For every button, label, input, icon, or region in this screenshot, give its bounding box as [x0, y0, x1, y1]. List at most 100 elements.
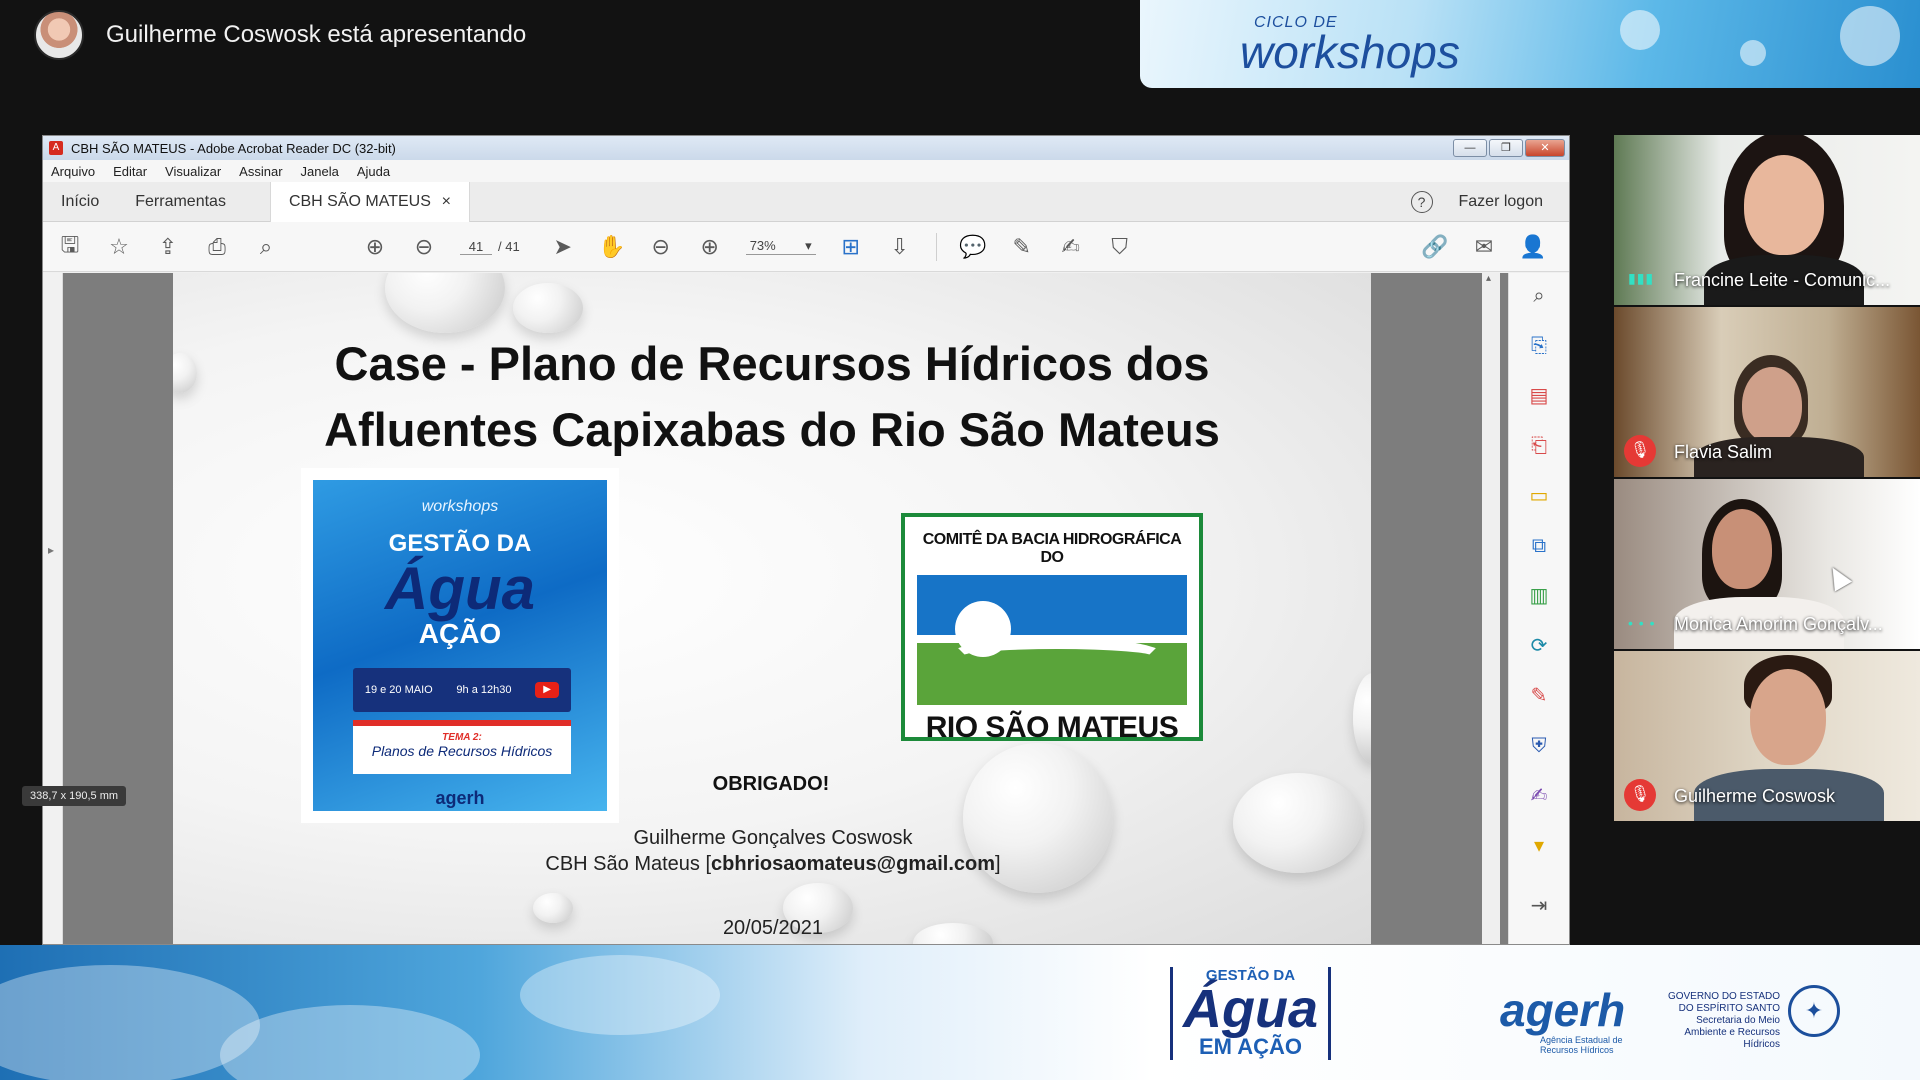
zoom-out-icon[interactable]: ⊖	[648, 234, 674, 260]
menu-bar: Arquivo Editar Visualizar Assinar Janela…	[43, 160, 1569, 182]
agerh-subtitle: Agência Estadual de Recursos Hídricos	[1540, 1035, 1623, 1055]
vertical-scrollbar[interactable]: ▴	[1482, 273, 1500, 944]
participant-name: Guilherme Coswosk	[1674, 786, 1836, 806]
meeting-stage: Guilherme Coswosk está apresentando CICL…	[0, 0, 1920, 1080]
export-pdf-icon[interactable]: ⎘	[1526, 333, 1552, 359]
scroll-mode-icon[interactable]: ⇩	[887, 234, 913, 260]
participant-tile[interactable]: 🎙 Guilherme Coswosk	[1614, 651, 1920, 821]
participant-name: Francine Leite - Comunic...	[1674, 270, 1891, 290]
sign-icon[interactable]: ✍	[1058, 234, 1084, 260]
email-icon[interactable]: ✉	[1471, 234, 1497, 260]
talking-indicator: ▮▮▮	[1628, 270, 1655, 286]
prev-page-icon[interactable]: ⊕	[362, 234, 388, 260]
tab-document-label: CBH SÃO MATEUS	[288, 192, 431, 210]
comment-panel-icon[interactable]: ▭	[1526, 483, 1552, 509]
organize-pages-icon[interactable]: ▤	[1526, 383, 1552, 409]
event-poster: workshops GESTÃO DA Água AÇÃO 19 e 20 MA…	[301, 468, 619, 823]
participant-tile[interactable]: 🎙 Flavia Salim	[1614, 307, 1920, 477]
document-area: ▸ Case - Plano de Recursos Hídricos dos …	[43, 273, 1569, 944]
participant-name: Monica Amorim Gonçalv...	[1674, 614, 1883, 634]
collapse-panel-icon[interactable]: ⇥	[1526, 893, 1552, 919]
next-page-icon[interactable]: ⊖	[411, 234, 437, 260]
comment-icon[interactable]: 💬	[959, 234, 986, 260]
government-text: GOVERNO DO ESTADO DO ESPÍRITO SANTO Secr…	[1667, 991, 1780, 1050]
author-name: Guilherme Gonçalves Coswosk	[633, 827, 913, 849]
window-titlebar: A CBH SÃO MATEUS - Adobe Acrobat Reader …	[43, 136, 1569, 160]
participant-tile[interactable]: ▮▮▮ Francine Leite - Comunic...	[1614, 135, 1920, 305]
fill-sign-icon[interactable]: ✎	[1526, 683, 1552, 709]
presenter-avatar	[34, 10, 84, 60]
create-pdf-icon[interactable]: ⎗	[1526, 433, 1552, 459]
youtube-icon: ▶	[535, 682, 560, 698]
government-seal-icon: ✦	[1788, 985, 1840, 1037]
stamp-icon[interactable]: ⛉	[1107, 234, 1133, 260]
print-icon[interactable]: ⎙	[204, 234, 230, 260]
minimize-button[interactable]: —	[1453, 139, 1487, 157]
slide-page: Case - Plano de Recursos Hídricos dos Af…	[173, 273, 1371, 944]
committee-logo: COMITÊ DA BACIA HIDROGRÁFICA DO RIO SÃO …	[901, 513, 1203, 744]
mic-muted-icon: 🎙	[1624, 779, 1656, 811]
zoom-select[interactable]: 73% ▾	[745, 238, 816, 255]
poster-theme: TEMA 2: Planos de Recursos Hídricos	[353, 720, 571, 774]
more-tools-icon[interactable]: ▾	[1526, 833, 1552, 859]
upload-icon[interactable]: ⇪	[155, 234, 181, 260]
highlight-icon[interactable]: ✎	[1009, 234, 1035, 260]
fit-page-icon[interactable]: ⊞	[838, 234, 864, 260]
signature-icon[interactable]: ✍	[1526, 783, 1552, 809]
toolbar: 🖫 ☆ ⇪ ⎙ ⌕ ⊕ ⊖ 41 / 41 ➤ ✋ ⊖ ⊕ 73% ▾ ⊞ ⇩ …	[43, 222, 1569, 272]
workshops-logo: CICLO DE workshops	[1240, 14, 1460, 78]
menu-arquivo[interactable]: Arquivo	[51, 164, 95, 179]
maximize-button[interactable]: ❐	[1489, 139, 1523, 157]
close-window-button[interactable]: ✕	[1525, 139, 1565, 157]
search-icon[interactable]: ⌕	[253, 234, 279, 260]
top-banner: CICLO DE workshops	[1140, 0, 1920, 88]
talking-indicator: • • •	[1628, 615, 1656, 631]
contact-line: CBH São Mateus [cbhriosaomateus@gmail.co…	[545, 853, 1001, 875]
menu-ajuda[interactable]: Ajuda	[357, 164, 390, 179]
protect-icon[interactable]: ⛨	[1526, 733, 1552, 759]
add-user-icon[interactable]: 👤	[1519, 234, 1546, 260]
page-number-input[interactable]: 41	[460, 239, 492, 255]
left-panel-toggle[interactable]: ▸	[43, 273, 63, 944]
combine-files-icon[interactable]: ⧉	[1526, 533, 1552, 559]
acrobat-icon: A	[49, 141, 63, 155]
tab-close-icon[interactable]: ×	[442, 182, 451, 222]
thanks-text: OBRIGADO!	[712, 773, 830, 795]
hand-tool-icon[interactable]: ✋	[598, 234, 625, 260]
menu-janela[interactable]: Janela	[301, 164, 339, 179]
gestao-agua-logo: GESTÃO DA Água EM AÇÃO	[1170, 967, 1331, 1060]
slide-title: Case - Plano de Recursos Hídricos dos Af…	[324, 337, 1220, 456]
edit-pdf-icon[interactable]: ▥	[1526, 583, 1552, 609]
tab-inicio[interactable]: Início	[43, 182, 117, 222]
presenter-bar: Guilherme Coswosk está apresentando	[0, 0, 1140, 70]
tab-bar: Início Ferramentas CBH SÃO MATEUS × ? Fa…	[43, 181, 1569, 222]
contact-email: cbhriosaomateus@gmail.com	[711, 853, 996, 875]
tools-panel: ⌕ ⎘ ▤ ⎗ ▭ ⧉ ▥ ⟳ ✎ ⛨ ✍ ▾ ⇥	[1508, 273, 1569, 944]
participant-name: Flavia Salim	[1674, 442, 1773, 462]
share-link-icon[interactable]: 🔗	[1421, 234, 1448, 260]
select-cursor-icon[interactable]: ➤	[550, 234, 576, 260]
participant-tile[interactable]: • • • Monica Amorim Gonçalv...	[1614, 479, 1920, 649]
page-dimensions-badge: 338,7 x 190,5 mm	[22, 786, 127, 806]
login-button[interactable]: Fazer logon	[1459, 193, 1544, 211]
bookmark-star-icon[interactable]: ☆	[106, 234, 132, 260]
poster-info-bar: 19 e 20 MAIO 9h a 12h30 ▶	[353, 668, 571, 712]
bottom-banner: GESTÃO DA Água EM AÇÃO agerh Agência Est…	[0, 945, 1920, 1080]
tab-ferramentas[interactable]: Ferramentas	[117, 182, 244, 222]
menu-editar[interactable]: Editar	[113, 164, 147, 179]
presenter-status: Guilherme Coswosk está apresentando	[106, 21, 527, 48]
author-block: Guilherme Gonçalves Coswosk CBH São Mate…	[473, 825, 1073, 877]
zoom-value: 73%	[749, 238, 776, 253]
send-review-icon[interactable]: ⟳	[1526, 633, 1552, 659]
slide-date: 20/05/2021	[722, 917, 824, 939]
tab-document[interactable]: CBH SÃO MATEUS ×	[269, 181, 470, 222]
zoom-search-icon[interactable]: ⌕	[1526, 283, 1552, 309]
menu-assinar[interactable]: Assinar	[239, 164, 282, 179]
acrobat-window: A CBH SÃO MATEUS - Adobe Acrobat Reader …	[42, 135, 1570, 945]
help-icon[interactable]: ?	[1410, 190, 1433, 213]
save-icon[interactable]: 🖫	[57, 232, 83, 260]
zoom-in-icon[interactable]: ⊕	[697, 234, 723, 260]
page-total: / 41	[498, 239, 520, 254]
menu-visualizar[interactable]: Visualizar	[165, 164, 221, 179]
agerh-logo: agerh	[1500, 984, 1626, 1036]
